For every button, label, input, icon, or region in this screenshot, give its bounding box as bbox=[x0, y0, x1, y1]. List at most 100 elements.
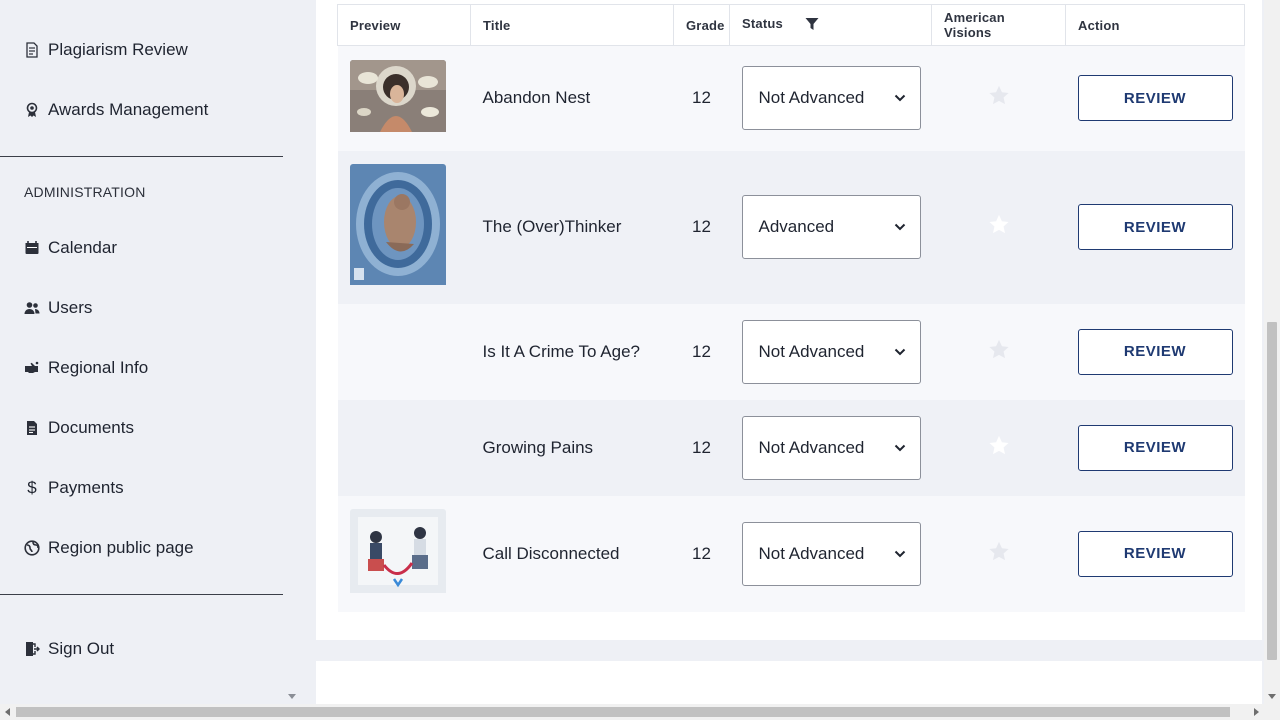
sidebar-item-awards-management[interactable]: Awards Management bbox=[24, 95, 208, 125]
american-visions-cell bbox=[931, 399, 1066, 496]
sidebar-item-label: Awards Management bbox=[48, 100, 209, 119]
preview-cell bbox=[337, 399, 471, 496]
vertical-scrollbar-thumb[interactable] bbox=[1267, 322, 1277, 660]
sidebar-item-regional-info[interactable]: Regional Info bbox=[24, 353, 148, 383]
action-cell: REVIEW bbox=[1065, 495, 1245, 612]
col-header-status: Status bbox=[729, 4, 932, 46]
grade-cell: 12 bbox=[673, 303, 730, 400]
status-cell: Not Advanced bbox=[729, 45, 932, 151]
sidebar-item-label: Users bbox=[48, 298, 93, 317]
calendar-icon bbox=[24, 240, 40, 256]
grade-cell: 12 bbox=[673, 399, 730, 496]
col-header-preview: Preview bbox=[337, 4, 471, 46]
grade-cell: 12 bbox=[673, 495, 730, 612]
artwork-thumbnail[interactable] bbox=[349, 509, 446, 598]
sidebar-item-documents[interactable]: Documents bbox=[24, 413, 134, 443]
star-icon[interactable] bbox=[988, 541, 1010, 562]
col-header-grade: Grade bbox=[673, 4, 730, 46]
action-cell: REVIEW bbox=[1065, 399, 1245, 496]
status-dropdown-value: Not Advanced bbox=[758, 437, 865, 457]
preview-cell bbox=[337, 150, 471, 304]
action-cell: REVIEW bbox=[1065, 45, 1245, 151]
status-cell: Not Advanced bbox=[729, 303, 932, 400]
status-cell: Advanced bbox=[729, 150, 932, 304]
sidebar-item-label: Payments bbox=[48, 478, 124, 497]
action-cell: REVIEW bbox=[1065, 303, 1245, 400]
col-header-title: Title bbox=[470, 4, 674, 46]
sidebar-item-label: Regional Info bbox=[48, 358, 149, 377]
sidebar-item-calendar[interactable]: Calendar bbox=[24, 233, 117, 263]
scroll-down-arrow-icon[interactable] bbox=[1268, 694, 1276, 699]
title-cell: Is It A Crime To Age? bbox=[470, 303, 674, 400]
table-header-row: Preview Title Grade Status American Visi… bbox=[337, 4, 1245, 46]
chevron-down-icon bbox=[894, 95, 905, 102]
horizontal-scrollbar[interactable] bbox=[0, 704, 1280, 720]
scroll-right-arrow-icon[interactable] bbox=[1254, 708, 1259, 716]
sidebar-item-users[interactable]: Users bbox=[24, 293, 92, 323]
scroll-down-arrow-icon[interactable] bbox=[288, 694, 296, 699]
review-button[interactable]: REVIEW bbox=[1077, 424, 1233, 471]
filter-icon[interactable] bbox=[805, 17, 819, 34]
review-button[interactable]: REVIEW bbox=[1077, 204, 1233, 250]
sidebar-item-region-public-page[interactable]: Region public page bbox=[24, 533, 194, 563]
table-row: Call Disconnected 12 Not Advanced REVIEW bbox=[337, 495, 1245, 612]
title-cell: Call Disconnected bbox=[470, 495, 674, 612]
col-header-american-visions: American Visions bbox=[931, 4, 1066, 46]
review-button[interactable]: REVIEW bbox=[1077, 328, 1233, 375]
star-icon[interactable] bbox=[988, 85, 1010, 106]
preview-cell bbox=[337, 303, 471, 400]
sidebar-item-label: Region public page bbox=[48, 538, 194, 557]
dollar-icon: $ bbox=[27, 478, 37, 497]
sidebar-item-label: Documents bbox=[48, 418, 134, 437]
globe-icon bbox=[24, 540, 40, 556]
sign-out-button[interactable]: Sign Out bbox=[24, 634, 114, 664]
status-dropdown[interactable]: Not Advanced bbox=[741, 66, 921, 131]
chevron-down-icon bbox=[894, 444, 905, 451]
col-header-action: Action bbox=[1065, 4, 1245, 46]
chevron-down-icon bbox=[894, 348, 905, 355]
status-cell: Not Advanced bbox=[729, 495, 932, 612]
sidebar-item-payments[interactable]: $ Payments bbox=[24, 473, 124, 503]
sidebar-item-plagiarism-review[interactable]: Plagiarism Review bbox=[24, 35, 188, 65]
table-row: The (Over)Thinker 12 Advanced REVIEW bbox=[337, 150, 1245, 304]
status-dropdown[interactable]: Advanced bbox=[741, 195, 921, 259]
section-label-administration: ADMINISTRATION bbox=[24, 184, 146, 200]
scroll-left-arrow-icon[interactable] bbox=[5, 708, 10, 716]
status-dropdown-value: Not Advanced bbox=[758, 543, 865, 563]
submissions-table: Preview Title Grade Status American Visi… bbox=[337, 4, 1245, 612]
artwork-thumbnail[interactable] bbox=[349, 59, 446, 137]
star-icon[interactable] bbox=[988, 214, 1010, 235]
users-icon bbox=[24, 300, 40, 316]
star-icon[interactable] bbox=[988, 435, 1010, 456]
next-card bbox=[316, 661, 1262, 704]
sign-out-icon bbox=[24, 641, 40, 657]
status-dropdown[interactable]: Not Advanced bbox=[741, 521, 921, 586]
review-button[interactable]: REVIEW bbox=[1077, 75, 1233, 122]
american-visions-cell bbox=[931, 495, 1066, 612]
title-cell: The (Over)Thinker bbox=[470, 150, 674, 304]
status-dropdown[interactable]: Not Advanced bbox=[741, 415, 921, 480]
chevron-down-icon bbox=[894, 550, 905, 557]
award-ribbon-icon bbox=[24, 102, 40, 118]
sidebar-scrollbar[interactable] bbox=[284, 0, 299, 704]
status-dropdown-value: Advanced bbox=[758, 217, 835, 236]
sidebar-divider bbox=[0, 594, 283, 595]
star-icon[interactable] bbox=[988, 339, 1010, 360]
vertical-scrollbar[interactable] bbox=[1264, 0, 1280, 704]
preview-cell bbox=[337, 495, 471, 612]
status-cell: Not Advanced bbox=[729, 399, 932, 496]
sidebar: Plagiarism Review Awards Management ADMI… bbox=[0, 0, 283, 704]
review-button[interactable]: REVIEW bbox=[1077, 530, 1233, 577]
status-dropdown[interactable]: Not Advanced bbox=[741, 319, 921, 384]
sidebar-divider bbox=[0, 156, 283, 157]
sidebar-item-label: Plagiarism Review bbox=[48, 40, 188, 59]
horizontal-scrollbar-thumb[interactable] bbox=[16, 707, 1230, 717]
status-dropdown-value: Not Advanced bbox=[758, 88, 865, 108]
document-icon bbox=[24, 420, 40, 436]
artwork-thumbnail[interactable] bbox=[349, 164, 446, 290]
title-cell: Growing Pains bbox=[470, 399, 674, 496]
col-header-status-label: Status bbox=[742, 16, 783, 32]
title-cell: Abandon Nest bbox=[470, 45, 674, 151]
grade-cell: 12 bbox=[673, 45, 730, 151]
sidebar-item-label: Sign Out bbox=[48, 639, 115, 658]
